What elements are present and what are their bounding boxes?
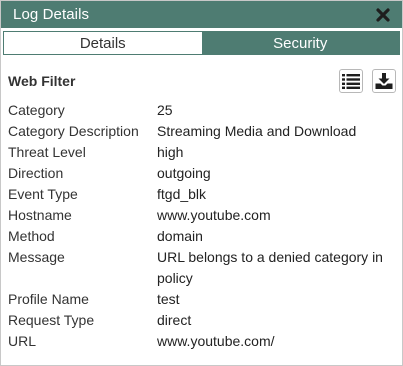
tab-security[interactable]: Security — [201, 32, 399, 54]
log-details-panel: Log Details Details Security Web Filter — [0, 0, 403, 366]
field-label: Request Type — [8, 312, 95, 328]
field-value: outgoing — [157, 165, 211, 181]
list-view-icon — [342, 74, 360, 89]
section-title: Web Filter — [8, 73, 76, 89]
detail-row-url: URL www.youtube.com/ — [8, 331, 402, 352]
list-view-button[interactable] — [339, 69, 363, 93]
detail-row-method: Method domain — [8, 226, 402, 247]
field-value: ftgd_blk — [157, 186, 207, 202]
field-value: high — [157, 144, 184, 160]
detail-row-event-type: Event Type ftgd_blk — [8, 184, 402, 205]
download-icon — [375, 73, 393, 89]
field-label: Message — [8, 249, 65, 265]
close-button[interactable] — [374, 6, 392, 24]
field-label: Event Type — [8, 186, 78, 202]
detail-row-direction: Direction outgoing — [8, 163, 402, 184]
field-value: www.youtube.com/ — [157, 333, 275, 349]
close-icon — [376, 7, 390, 22]
field-value: direct — [157, 312, 192, 328]
field-label: Profile Name — [8, 291, 89, 307]
detail-row-profile-name: Profile Name test — [8, 289, 402, 310]
window-title: Log Details — [13, 6, 90, 23]
tab-bar: Details Security — [3, 31, 400, 55]
field-value: domain — [157, 228, 203, 244]
section-header: Web Filter — [1, 67, 402, 95]
field-label: Hostname — [8, 207, 72, 223]
detail-row-category-description: Category Description Streaming Media and… — [8, 121, 402, 142]
detail-row-request-type: Request Type direct — [8, 310, 402, 331]
field-value: 25 — [157, 102, 173, 118]
detail-row-category: Category 25 — [8, 100, 402, 121]
field-value: test — [157, 291, 180, 307]
tab-details[interactable]: Details — [4, 32, 202, 54]
section-actions — [339, 69, 396, 93]
detail-row-threat-level: Threat Level high — [8, 142, 402, 163]
field-value: URL belongs to a denied category in poli… — [157, 249, 383, 286]
field-label: Method — [8, 228, 55, 244]
detail-row-message: Message URL belongs to a denied category… — [8, 247, 402, 289]
download-button[interactable] — [372, 69, 396, 93]
field-label: Category — [8, 102, 65, 118]
field-value: Streaming Media and Download — [157, 123, 357, 139]
detail-row-hostname: Hostname www.youtube.com — [8, 205, 402, 226]
field-label: Direction — [8, 165, 64, 181]
field-label: Category Description — [8, 123, 139, 139]
details-list: Category 25 Category Description Streami… — [1, 100, 402, 352]
field-value: www.youtube.com — [157, 207, 271, 223]
field-label: Threat Level — [8, 144, 86, 160]
title-bar: Log Details — [1, 1, 402, 28]
field-label: URL — [8, 333, 37, 349]
